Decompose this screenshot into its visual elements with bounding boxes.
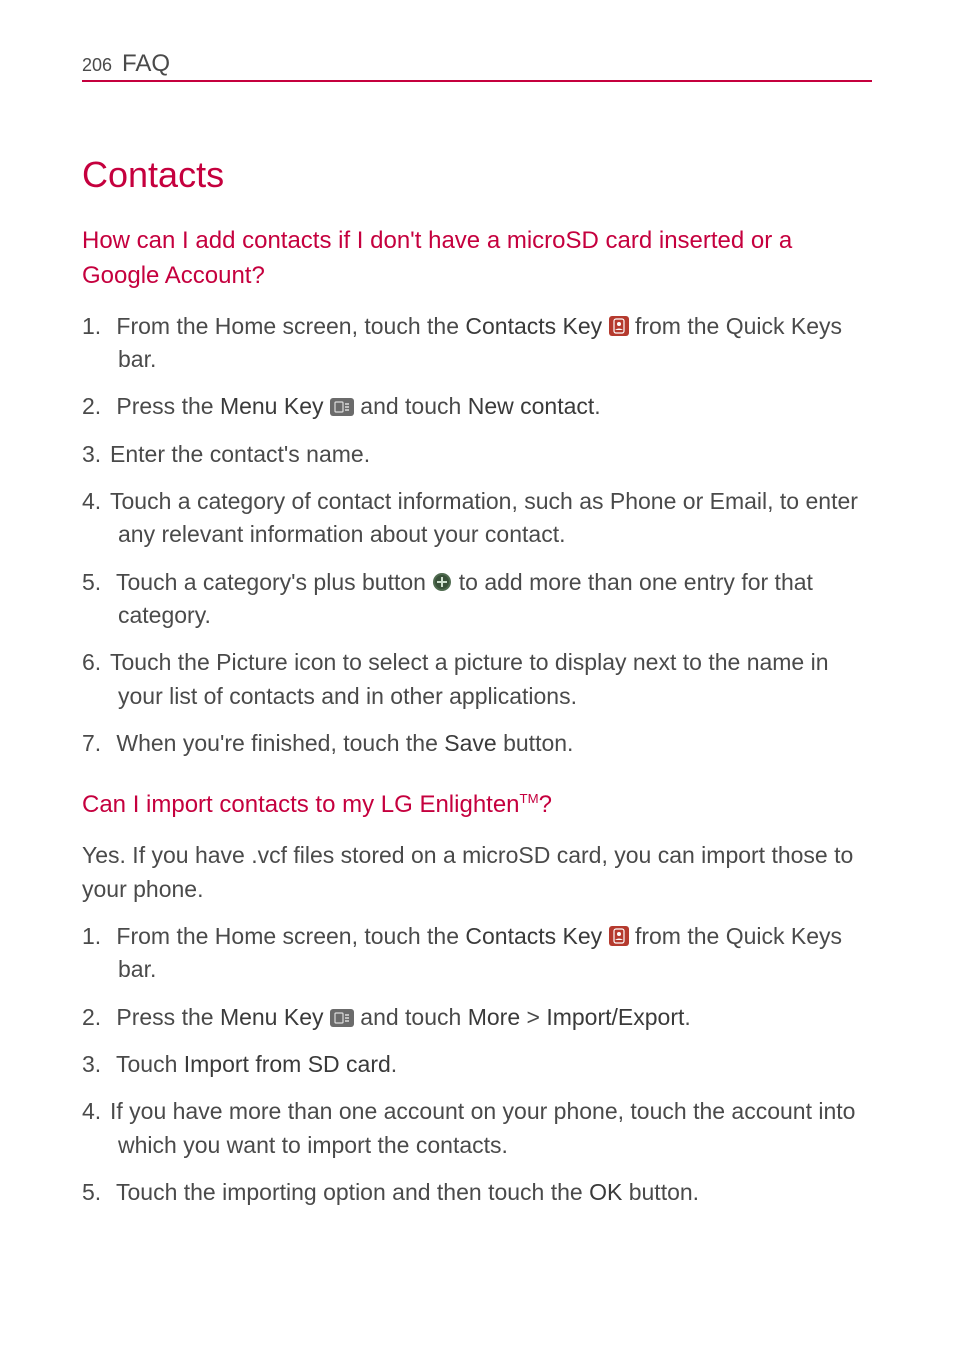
faq1-step-7: When you're finished, touch the Save but… bbox=[82, 727, 872, 760]
faq1-steps: From the Home screen, touch the Contacts… bbox=[82, 310, 872, 761]
faq1-step-6: Touch the Picture icon to select a pictu… bbox=[82, 646, 872, 713]
page-root: 206 FAQ Contacts How can I add contacts … bbox=[0, 0, 954, 1209]
faq-question-2: Can I import contacts to my LG Enlighten… bbox=[82, 788, 872, 823]
faq1-step-2: Press the Menu Key and touch New contact… bbox=[82, 390, 872, 423]
faq2-step-5: Touch the importing option and then touc… bbox=[82, 1176, 872, 1209]
faq-question-1: How can I add contacts if I don't have a… bbox=[82, 224, 872, 294]
section-name: FAQ bbox=[122, 50, 170, 78]
faq2-step-1: From the Home screen, touch the Contacts… bbox=[82, 920, 872, 987]
trademark-sup: TM bbox=[520, 791, 539, 806]
faq1-step-4: Touch a category of contact information,… bbox=[82, 485, 872, 552]
page-number: 206 bbox=[82, 55, 112, 76]
contacts-key-icon bbox=[609, 316, 629, 336]
running-header: 206 FAQ bbox=[82, 50, 872, 82]
faq1-step-1: From the Home screen, touch the Contacts… bbox=[82, 310, 872, 377]
menu-key-icon bbox=[330, 398, 354, 416]
contacts-key-icon bbox=[609, 926, 629, 946]
faq2-steps: From the Home screen, touch the Contacts… bbox=[82, 920, 872, 1209]
faq2-step-4: If you have more than one account on you… bbox=[82, 1095, 872, 1162]
faq1-step-5: Touch a category's plus button to add mo… bbox=[82, 566, 872, 633]
faq2-step-3: Touch Import from SD card. bbox=[82, 1048, 872, 1081]
faq2-intro: Yes. If you have .vcf files stored on a … bbox=[82, 839, 872, 906]
faq1-step-3: Enter the contact's name. bbox=[82, 438, 872, 471]
menu-key-icon bbox=[330, 1009, 354, 1027]
page-title: Contacts bbox=[82, 154, 872, 196]
plus-button-icon bbox=[432, 572, 452, 592]
faq2-step-2: Press the Menu Key and touch More > Impo… bbox=[82, 1001, 872, 1034]
